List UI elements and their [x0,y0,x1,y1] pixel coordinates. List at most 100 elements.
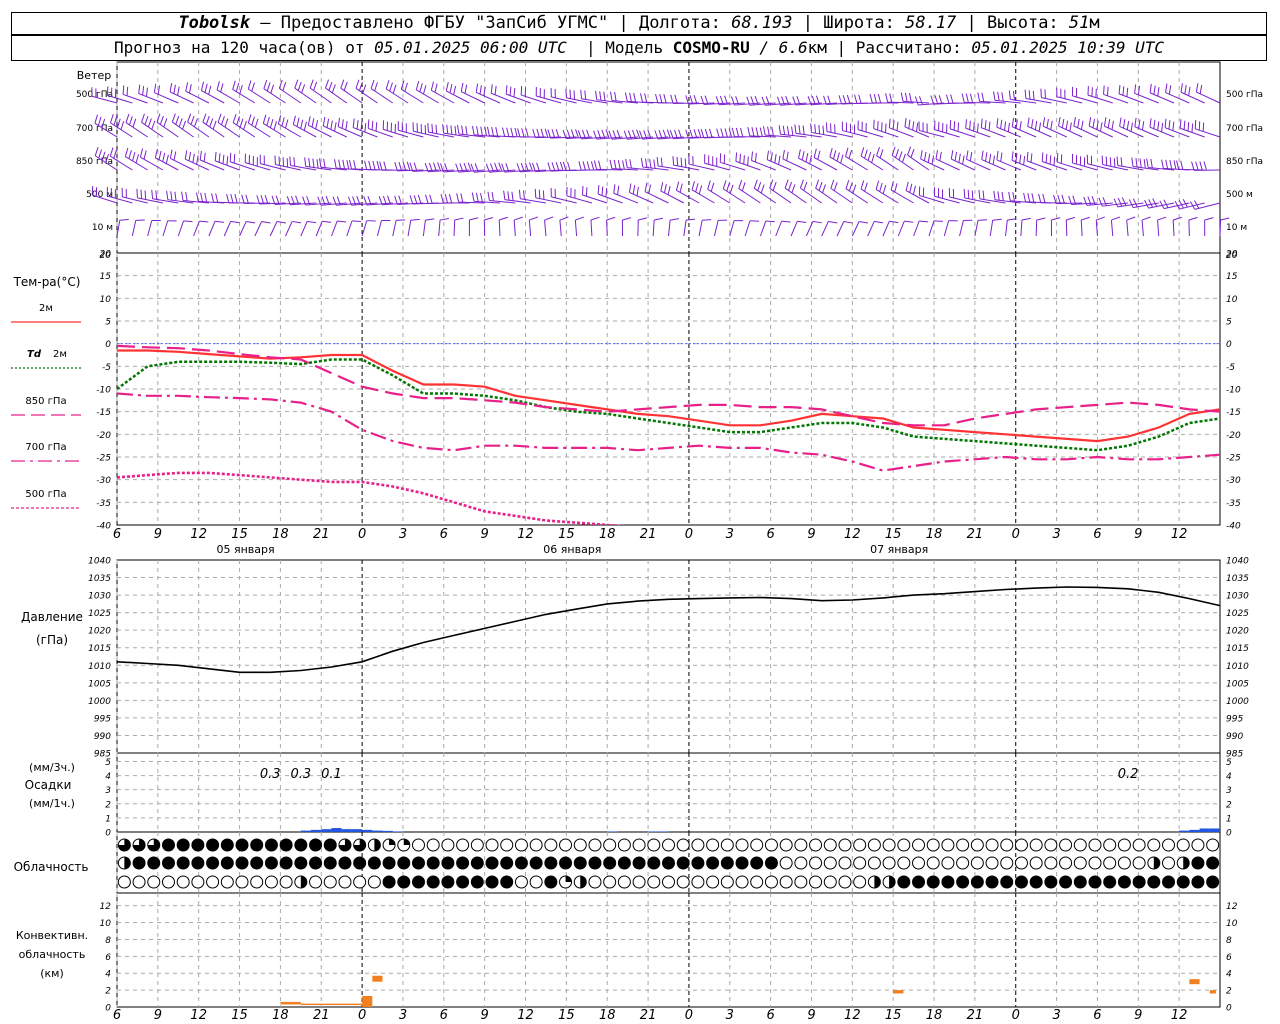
cloud-cover-icon [1176,838,1190,852]
cloud-circle [1147,838,1161,852]
cloud-cover-icon [764,875,778,889]
cloud-circle [647,856,661,870]
cloud-cover-icon [706,856,720,870]
wind-barb-flag [685,129,689,139]
wind-barb-flag [475,83,479,93]
wind-barb-flag [188,84,192,94]
wind-barb-flag [334,122,337,132]
cloud-cover-icon [882,838,896,852]
temp-ytick-right: -20 [1226,431,1241,441]
wind-barb-icon [882,220,899,237]
wind-barb-flag [660,182,664,192]
pres-ytick-left: 1030 [88,592,111,602]
wind-barb-flag [434,83,438,93]
wind-barb-staff [698,220,703,237]
temp-ytick-right: -30 [1226,476,1241,486]
wind-barb-flag [1204,217,1214,221]
cloud-cover-icon [1044,838,1058,852]
wind-barb-flag [879,182,883,192]
cloud-cover-icon [1162,875,1176,889]
cloud-circle [514,856,528,870]
wind-barb-icon [232,80,256,104]
wind-barb-flag [517,128,521,138]
cloud-cover-icon [1117,856,1131,870]
wind-barb-icon [965,119,991,138]
wind-barb-flag [215,220,225,223]
temp-xtick-label: 21 [313,527,330,542]
wind-barb-icon [154,148,179,171]
cloud-cover-icon [779,838,793,852]
wind-barb-flag [885,93,889,103]
wind-barb-flag [453,85,457,95]
cloud-circle [1103,838,1117,852]
wind-barb-flag [1173,216,1182,221]
wind-barb-icon [628,183,654,204]
wind-barb-flag [509,86,512,96]
cloud-circle [750,856,764,870]
wind-barb-flag [364,160,368,170]
cloud-cover-icon [1147,838,1161,852]
wind-barb-flag [595,90,598,100]
wind-barb-staff [713,220,719,237]
convective-title-2: облачность [19,948,86,961]
wind-barb-icon [722,180,746,204]
cloud-cover-icon [823,856,837,870]
wind-barb-flag [689,129,694,139]
wind-barb-flag [263,79,268,89]
wind-barb-icon [841,121,868,138]
wind-barb-icon [503,190,531,204]
wind-barb-flag [460,82,464,92]
wind-barb-icon [1080,216,1090,237]
cloud-cover-icon [544,838,558,852]
wind-barb-flag [232,80,236,90]
wind-barb-flag [323,158,326,168]
cloud-cover-icon [691,856,705,870]
wind-barb-flag [1021,217,1031,221]
wind-barb-flag [760,184,765,194]
wind-barb-flag [684,158,687,168]
wind-barb-flag [920,150,923,160]
wind-barb-flag [190,115,195,125]
cloud-circle [573,856,587,870]
wind-barb-flag [765,220,775,223]
cloud-cover-icon [779,856,793,870]
wind-barb-flag [304,157,307,167]
cloud-cover-icon [338,838,352,852]
cloud-circle [353,856,367,870]
wind-barb-flag [909,183,913,193]
wind-barb-flag [879,149,884,159]
wind-barb-flag [270,84,275,94]
wind-barb-flag [297,81,302,91]
wind-barb-flag [175,115,180,125]
wind-barb-flag [1001,92,1004,102]
wind-barb-icon [1026,151,1052,171]
wind-barb-icon [346,220,362,237]
wind-barb-flag [670,94,674,104]
cloud-cover-icon [176,875,190,889]
wind-barb-flag [312,158,315,168]
wind-barb-flag [1126,87,1129,97]
pres-ytick-right: 1025 [1226,609,1249,619]
temp-xtick-label: 12 [190,527,207,542]
precip-annotation: 0.3 [260,767,281,782]
wind-barb-flag [1199,161,1203,171]
wind-barb-flag [693,94,698,104]
wind-barb-flag [138,84,141,94]
wind-barb-flag [606,216,616,221]
wind-barb-flag [961,93,965,103]
cloud-circle [1191,856,1205,870]
wind-barb-flag [801,151,805,161]
wind-barb-flag [1008,191,1011,201]
cloud-cover-icon [206,875,220,889]
wind-barb-flag [709,128,713,138]
wind-barb-flag [222,154,225,164]
wind-barb-flag [1030,153,1033,163]
wind-barb-flag [823,95,827,105]
wind-barb-icon [838,94,868,105]
wind-barb-flag [129,116,133,126]
temp-ytick-left: 20 [100,250,112,260]
wind-barb-flag [1116,156,1119,166]
cloud-fill-sector [389,839,396,845]
temp-xtick-label: 9 [481,527,489,542]
temp-xtick-label: 15 [885,527,902,542]
